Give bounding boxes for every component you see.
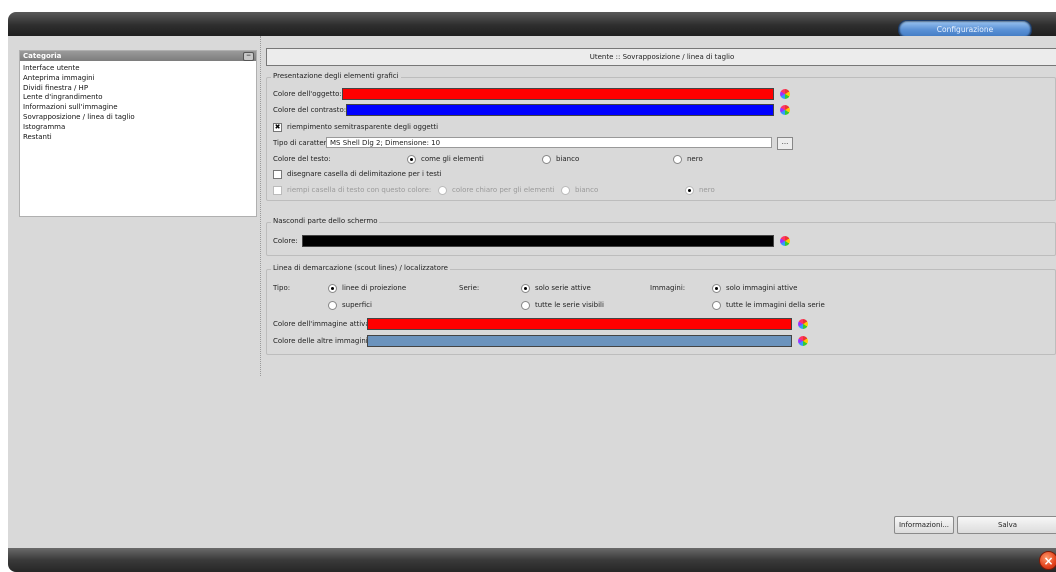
radio-icon[interactable] — [542, 154, 551, 164]
text-color-option-elements[interactable]: come gli elementi — [407, 153, 484, 165]
sidebar-item-histogram[interactable]: Istogramma — [23, 123, 253, 133]
radio-icon[interactable] — [712, 300, 721, 310]
sidebar-item-overlay[interactable]: Sovrapposizione / linea di taglio — [23, 113, 253, 123]
hide-screen-group: Nascondi parte dello schermo Colore: — [266, 217, 1056, 256]
radio-icon[interactable] — [561, 185, 570, 195]
immagini-option-all[interactable]: tutte le immagini della serie — [712, 299, 825, 311]
active-image-color-label: Colore dell'immagine attiva: — [273, 320, 372, 328]
color-picker-icon[interactable] — [780, 89, 790, 99]
radio-icon[interactable] — [328, 300, 337, 310]
contrast-color-label: Colore del contrasto: — [273, 106, 347, 114]
bottom-bar — [8, 548, 1056, 572]
contrast-color-swatch[interactable] — [346, 104, 774, 116]
active-image-color-swatch[interactable] — [367, 318, 792, 330]
immagini-label: Immagini: — [650, 284, 686, 292]
option-label: nero — [699, 186, 715, 194]
semitransparent-label: riempimento semitrasparente degli oggett… — [287, 123, 439, 131]
other-images-color-label: Colore delle altre immagini: — [273, 337, 371, 345]
panel-divider — [260, 36, 262, 376]
option-label: tutte le immagini della serie — [726, 301, 825, 309]
option-label: linee di proiezione — [342, 284, 407, 292]
option-label: bianco — [575, 186, 599, 194]
sidebar-item-split-window[interactable]: Dividi finestra / HP — [23, 84, 253, 94]
close-icon[interactable]: × — [1039, 551, 1056, 570]
option-label: colore chiaro per gli elementi — [452, 186, 555, 194]
sidebar-item-interface[interactable]: Interface utente — [23, 64, 253, 74]
tipo-option-projection[interactable]: linee di proiezione — [328, 282, 406, 294]
app-window: Configurazione Categoria − Interface ute… — [8, 0, 1056, 572]
bbox-checkbox[interactable] — [273, 169, 282, 179]
option-label: superfici — [342, 301, 372, 309]
scout-legend: Linea di demarcazione (scout lines) / lo… — [271, 264, 450, 272]
bbox-row[interactable]: disegnare casella di delimitazione per i… — [273, 168, 442, 180]
info-button[interactable]: Informazioni... — [894, 516, 954, 534]
category-header: Categoria − — [20, 51, 256, 61]
other-images-color-swatch[interactable] — [367, 335, 792, 347]
text-color-option-black[interactable]: nero — [673, 153, 703, 165]
fill-box-option-light[interactable]: colore chiaro per gli elementi — [438, 184, 555, 196]
option-label: solo immagini attive — [726, 284, 798, 292]
immagini-option-active[interactable]: solo immagini attive — [712, 282, 797, 294]
category-title: Categoria — [23, 52, 62, 60]
serie-option-active[interactable]: solo serie attive — [521, 282, 591, 294]
collapse-icon[interactable]: − — [243, 52, 254, 61]
hide-color-label: Colore: — [273, 237, 298, 245]
tipo-label: Tipo: — [273, 284, 291, 292]
fill-box-checkbox[interactable] — [273, 185, 282, 195]
option-label: bianco — [556, 155, 580, 163]
fill-box-option-black[interactable]: nero — [685, 184, 715, 196]
hide-legend: Nascondi parte dello schermo — [271, 217, 380, 225]
serie-option-visible[interactable]: tutte le serie visibili — [521, 299, 604, 311]
text-color-option-white[interactable]: bianco — [542, 153, 579, 165]
fill-box-row[interactable]: riempi casella di testo con questo color… — [273, 184, 431, 196]
fill-box-option-white[interactable]: bianco — [561, 184, 598, 196]
color-picker-icon[interactable] — [798, 336, 808, 346]
sidebar-item-magnifier[interactable]: Lente d'ingrandimento — [23, 93, 253, 103]
semitransparent-checkbox[interactable]: ✖ — [273, 122, 282, 132]
bbox-label: disegnare casella di delimitazione per i… — [287, 170, 442, 178]
option-label: nero — [687, 155, 703, 163]
object-color-label: Colore dell'oggetto: — [273, 90, 342, 98]
save-button[interactable]: Salva — [957, 516, 1056, 534]
radio-icon[interactable] — [521, 283, 530, 293]
font-browse-button[interactable]: ... — [777, 137, 793, 150]
radio-icon[interactable] — [407, 154, 416, 164]
radio-icon[interactable] — [673, 154, 682, 164]
graphics-group: Presentazione degli elementi grafici Col… — [266, 72, 1056, 201]
hide-color-swatch[interactable] — [302, 235, 774, 247]
radio-icon[interactable] — [521, 300, 530, 310]
tipo-option-surfaces[interactable]: superfici — [328, 299, 372, 311]
sidebar-item-thumbnails[interactable]: Anteprima immagini — [23, 74, 253, 84]
settings-body: Categoria − Interface utente Anteprima i… — [8, 36, 1056, 548]
font-field[interactable]: MS Shell Dlg 2; Dimensione: 10 — [326, 137, 772, 148]
category-list: Interface utente Anteprima immagini Divi… — [20, 61, 256, 145]
page-title: Utente :: Sovrapposizione / linea di tag… — [266, 48, 1056, 66]
color-picker-icon[interactable] — [780, 236, 790, 246]
sidebar-item-image-info[interactable]: Informazioni sull'immagine — [23, 103, 253, 113]
option-label: tutte le serie visibili — [535, 301, 604, 309]
color-picker-icon[interactable] — [780, 105, 790, 115]
category-panel: Categoria − Interface utente Anteprima i… — [19, 50, 257, 217]
scout-lines-group: Linea di demarcazione (scout lines) / lo… — [266, 264, 1056, 355]
option-label: solo serie attive — [535, 284, 591, 292]
radio-icon[interactable] — [438, 185, 447, 195]
radio-icon[interactable] — [328, 283, 337, 293]
text-color-label: Colore del testo: — [273, 155, 331, 163]
sidebar-item-others[interactable]: Restanti — [23, 133, 253, 143]
font-label: Tipo di carattere: — [273, 139, 334, 147]
radio-icon[interactable] — [685, 185, 694, 195]
radio-icon[interactable] — [712, 283, 721, 293]
option-label: come gli elementi — [421, 155, 484, 163]
fill-box-label: riempi casella di testo con questo color… — [287, 186, 432, 194]
serie-label: Serie: — [459, 284, 480, 292]
color-picker-icon[interactable] — [798, 319, 808, 329]
graphics-legend: Presentazione degli elementi grafici — [271, 72, 401, 80]
semitransparent-row[interactable]: ✖ riempimento semitrasparente degli ogge… — [273, 121, 438, 133]
object-color-swatch[interactable] — [342, 88, 774, 100]
